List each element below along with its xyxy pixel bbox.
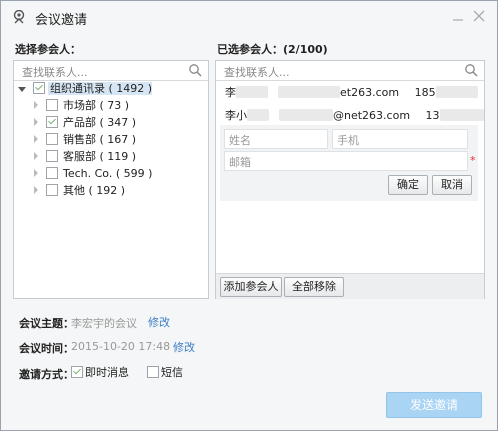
expand-right-icon[interactable]: [34, 101, 38, 109]
add-attendee-button[interactable]: 添加参会人: [220, 277, 282, 297]
redacted-text: [439, 109, 484, 121]
checkbox[interactable]: [45, 167, 58, 179]
tree-item-label: 客服部: [63, 150, 96, 163]
option-sms[interactable]: 短信: [147, 364, 183, 380]
remove-all-button[interactable]: 全部移除: [284, 277, 344, 297]
checkbox[interactable]: [32, 82, 45, 94]
window-title: 会议邀请: [35, 13, 88, 28]
select-attendees-label: 选择参会人：: [15, 43, 81, 56]
selected-attendee-row[interactable]: 李小 @net263.com 13: [225, 109, 484, 123]
checkbox[interactable]: [45, 116, 58, 128]
redacted-text: [279, 109, 333, 121]
required-mark: *: [470, 154, 476, 167]
tree-item-other[interactable]: 其他 ( 192 ): [34, 183, 125, 199]
option-im-label: 即时消息: [85, 366, 129, 379]
checkbox[interactable]: [45, 184, 58, 196]
tree-item-count: 1492: [116, 82, 145, 95]
expand-right-icon[interactable]: [34, 169, 38, 177]
email-placeholder: 邮箱: [229, 156, 251, 169]
redacted-text: [435, 86, 478, 98]
attendee-email: @net263.com: [333, 109, 411, 122]
topic-label: 会议主题：: [19, 317, 74, 330]
contact-search-left[interactable]: 查找联系人...: [14, 61, 208, 81]
search-placeholder: 查找联系人...: [22, 66, 88, 79]
tree-item-count: 347: [107, 116, 129, 129]
redacted-text: [278, 86, 340, 98]
attendee-phone: 185: [414, 86, 436, 99]
minimize-icon[interactable]: [453, 15, 463, 21]
tree-item-count: 192: [96, 184, 118, 197]
attendee-phone: 13: [425, 109, 440, 122]
tree-item-sales[interactable]: 销售部 ( 167 ): [34, 132, 136, 148]
attendee-name: 李: [225, 86, 236, 99]
search-placeholder: 查找联系人...: [224, 66, 290, 79]
checkbox[interactable]: [45, 99, 58, 111]
tree-item-tech[interactable]: Tech. Co. ( 599 ): [34, 166, 152, 182]
time-label: 会议时间：: [19, 342, 74, 355]
name-placeholder: 姓名: [229, 134, 251, 147]
expand-down-icon[interactable]: [18, 87, 26, 92]
tree-item-label: 其他: [63, 184, 85, 197]
edit-topic-link[interactable]: 修改: [148, 314, 170, 330]
invite-method-label: 邀请方式：: [19, 368, 74, 381]
attendee-name: 李小: [225, 109, 247, 122]
tree-item-count: 73: [107, 99, 122, 112]
tree-item-count: 167: [107, 133, 129, 146]
redacted-text: [247, 109, 269, 121]
tree-item-count: 119: [107, 150, 129, 163]
title-bar: 会议邀请: [1, 1, 497, 33]
app-logo-icon: [13, 10, 25, 24]
search-icon[interactable]: [188, 63, 202, 77]
send-invite-button[interactable]: 发送邀请: [386, 392, 482, 418]
name-field[interactable]: 姓名: [224, 129, 328, 149]
contact-search-right[interactable]: 查找联系人...: [216, 61, 484, 81]
phone-placeholder: 手机: [337, 134, 359, 147]
option-im[interactable]: 即时消息: [71, 364, 129, 380]
edit-time-link[interactable]: 修改: [173, 339, 195, 355]
tree-item-label: Tech. Co.: [63, 167, 113, 180]
selected-attendee-row[interactable]: 李 et263.com 185: [225, 86, 478, 100]
time-value: 2015-10-20 17:48: [71, 340, 171, 353]
attendee-email: et263.com: [340, 86, 400, 99]
add-attendee-form: 姓名 手机 邮箱 * 确定 取消: [220, 125, 478, 201]
expand-right-icon[interactable]: [34, 135, 38, 143]
checkbox[interactable]: [147, 366, 159, 378]
topic-value: 李宏宇的会议: [71, 317, 137, 330]
tree-item-label: 销售部: [63, 133, 96, 146]
checkbox[interactable]: [71, 366, 83, 378]
email-field[interactable]: 邮箱: [224, 151, 468, 171]
tree-item-label: 市场部: [63, 99, 96, 112]
tree-item-root[interactable]: 组织通讯录 ( 1492 ): [18, 81, 153, 97]
search-icon[interactable]: [464, 63, 478, 77]
tree-item-label: 产品部: [63, 116, 96, 129]
tree-item-product[interactable]: 产品部 ( 347 ): [34, 115, 136, 131]
expand-right-icon[interactable]: [34, 152, 38, 160]
tree-item-count: 599: [123, 167, 145, 180]
expand-right-icon[interactable]: [34, 118, 38, 126]
checkbox[interactable]: [45, 133, 58, 145]
close-icon[interactable]: [473, 10, 485, 22]
option-sms-label: 短信: [161, 366, 183, 379]
selected-attendees-panel: 查找联系人... 李 et263.com 185 李小 @net263.com 13…: [215, 60, 485, 299]
cancel-button[interactable]: 取消: [432, 175, 472, 195]
contacts-tree-panel: 查找联系人... 组织通讯录 ( 1492 ) 市场部 ( 73 ) 产品部 (…: [13, 60, 209, 299]
phone-field[interactable]: 手机: [332, 129, 468, 149]
confirm-button[interactable]: 确定: [388, 175, 428, 195]
expand-right-icon[interactable]: [34, 186, 38, 194]
checkbox[interactable]: [45, 150, 58, 162]
attendee-actions-bar: 添加参会人 全部移除: [216, 273, 484, 299]
tree-item-market[interactable]: 市场部 ( 73 ): [34, 98, 129, 114]
tree-item-label: 组织通讯录: [50, 82, 105, 95]
redacted-text: [236, 86, 268, 98]
meeting-invite-window: 会议邀请 选择参会人： 查找联系人... 组织通讯录 ( 1492 ) 市场部 …: [0, 0, 498, 431]
tree-item-service[interactable]: 客服部 ( 119 ): [34, 149, 136, 165]
selected-attendees-label: 已选参会人：(2/100): [217, 43, 328, 56]
